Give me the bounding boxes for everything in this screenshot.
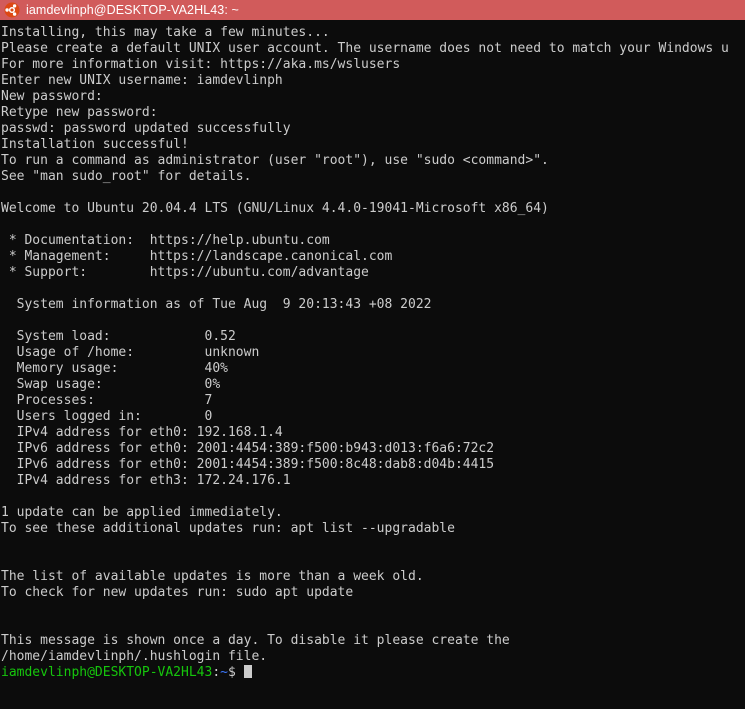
terminal-line: Retype new password:: [1, 105, 158, 120]
block-cursor: [243, 665, 252, 678]
terminal-line: IPv6 address for eth0: 2001:4454:389:f50…: [1, 441, 495, 456]
terminal-scrollback: Installing, this may take a few minutes.…: [1, 25, 745, 665]
terminal-line: System information as of Tue Aug 9 20:13…: [1, 297, 432, 312]
terminal-line: Welcome to Ubuntu 20.04.4 LTS (GNU/Linux…: [1, 201, 549, 216]
terminal-line: IPv6 address for eth0: 2001:4454:389:f50…: [1, 457, 495, 472]
terminal-line: Please create a default UNIX user accoun…: [1, 41, 729, 56]
terminal-line: * Support: https://ubuntu.com/advantage: [1, 265, 369, 280]
terminal-line: * Documentation: https://help.ubuntu.com: [1, 233, 330, 248]
terminal-line: Swap usage: 0%: [1, 377, 221, 392]
terminal-line: IPv4 address for eth0: 192.168.1.4: [1, 425, 283, 440]
shell-prompt-line: iamdevlinph@DESKTOP-VA2HL43:~$: [1, 665, 745, 681]
terminal-line: IPv4 address for eth3: 172.24.176.1: [1, 473, 291, 488]
terminal-line: System load: 0.52: [1, 329, 236, 344]
terminal-line: Users logged in: 0: [1, 409, 213, 424]
terminal-line: * Management: https://landscape.canonica…: [1, 249, 393, 264]
prompt-user-host: iamdevlinph@DESKTOP-VA2HL43: [1, 665, 213, 680]
window-title: iamdevlinph@DESKTOP-VA2HL43: ~: [26, 2, 239, 17]
terminal-line: To check for new updates run: sudo apt u…: [1, 585, 354, 600]
ubuntu-logo-icon: [4, 2, 20, 18]
terminal-line: /home/iamdevlinph/.hushlogin file.: [1, 649, 268, 664]
prompt-separator: :: [212, 665, 221, 680]
terminal-output[interactable]: Installing, this may take a few minutes.…: [0, 22, 745, 707]
terminal-line: To run a command as administrator (user …: [1, 153, 549, 168]
terminal-line: Enter new UNIX username: iamdevlinph: [1, 73, 283, 88]
terminal-line: Installation successful!: [1, 137, 189, 152]
window-titlebar[interactable]: iamdevlinph@DESKTOP-VA2HL43: ~: [0, 0, 745, 22]
terminal-line: Processes: 7: [1, 393, 213, 408]
prompt-symbol: $: [227, 665, 236, 680]
terminal-line: Usage of /home: unknown: [1, 345, 260, 360]
terminal-line: The list of available updates is more th…: [1, 569, 424, 584]
terminal-line: This message is shown once a day. To dis…: [1, 633, 510, 648]
terminal-line: Installing, this may take a few minutes.…: [1, 25, 330, 40]
terminal-line: See "man sudo_root" for details.: [1, 169, 252, 184]
terminal-line: 1 update can be applied immediately.: [1, 505, 283, 520]
terminal-window: iamdevlinph@DESKTOP-VA2HL43: ~ Installin…: [0, 0, 745, 709]
terminal-line: To see these additional updates run: apt…: [1, 521, 455, 536]
prompt-path: ~: [220, 665, 228, 680]
terminal-line: For more information visit: https://aka.…: [1, 57, 401, 72]
terminal-line: Memory usage: 40%: [1, 361, 228, 376]
terminal-line: passwd: password updated successfully: [1, 121, 291, 136]
terminal-line: New password:: [1, 89, 103, 104]
